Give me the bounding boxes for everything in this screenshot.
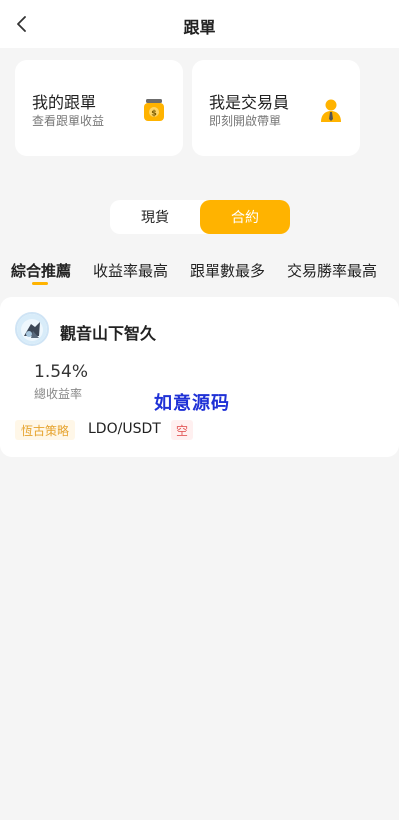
avatar bbox=[15, 312, 49, 346]
person-icon bbox=[321, 99, 341, 122]
trader-apply-title: 我是交易員 bbox=[209, 93, 290, 112]
total-yield-value: 1.54% bbox=[34, 362, 89, 382]
tab-highest-winrate[interactable]: 交易勝率最高 bbox=[287, 260, 377, 281]
svg-text:$: $ bbox=[151, 109, 157, 118]
segment-spot[interactable]: 現貨 bbox=[110, 200, 200, 234]
watermark-text: 如意源码 bbox=[154, 393, 230, 414]
tab-recommended[interactable]: 綜合推薦 bbox=[11, 260, 71, 281]
trader-card[interactable]: 觀音山下智久 1.54% 總收益率 如意源码 恆古策略 LDO/USDT 空 bbox=[0, 297, 399, 457]
header-bar: 跟單 bbox=[0, 0, 399, 48]
tab-most-copies[interactable]: 跟單數最多 bbox=[190, 260, 265, 281]
trading-pair: LDO/USDT bbox=[88, 421, 161, 437]
my-copy-card[interactable]: 我的跟單 查看跟單收益 $ bbox=[15, 60, 183, 156]
trader-apply-card[interactable]: 我是交易員 即刻開啟帶單 bbox=[192, 60, 360, 156]
my-copy-subtitle: 查看跟單收益 bbox=[32, 114, 105, 128]
trader-apply-subtitle: 即刻開啟帶單 bbox=[209, 114, 282, 128]
page-title: 跟單 bbox=[183, 18, 216, 37]
copy-trading-page: 跟單 我的跟單 查看跟單收益 $ 我是交易員 即刻開啟帶單 現貨 合約 綜合推薦… bbox=[0, 0, 399, 820]
ranking-tabs: 綜合推薦 收益率最高 跟單數最多 交易勝率最高 bbox=[0, 256, 399, 288]
strategy-tag: 恆古策略 bbox=[15, 420, 76, 440]
money-bag-icon: $ bbox=[144, 99, 164, 121]
trader-name: 觀音山下智久 bbox=[60, 324, 157, 343]
my-copy-title: 我的跟單 bbox=[32, 93, 97, 112]
segment-futures[interactable]: 合約 bbox=[200, 200, 290, 234]
tab-highest-yield[interactable]: 收益率最高 bbox=[93, 260, 168, 281]
short-direction-tag: 空 bbox=[171, 420, 194, 440]
market-type-switch: 現貨 合約 bbox=[110, 200, 290, 234]
total-yield-label: 總收益率 bbox=[34, 387, 83, 401]
active-tab-indicator bbox=[32, 282, 48, 285]
